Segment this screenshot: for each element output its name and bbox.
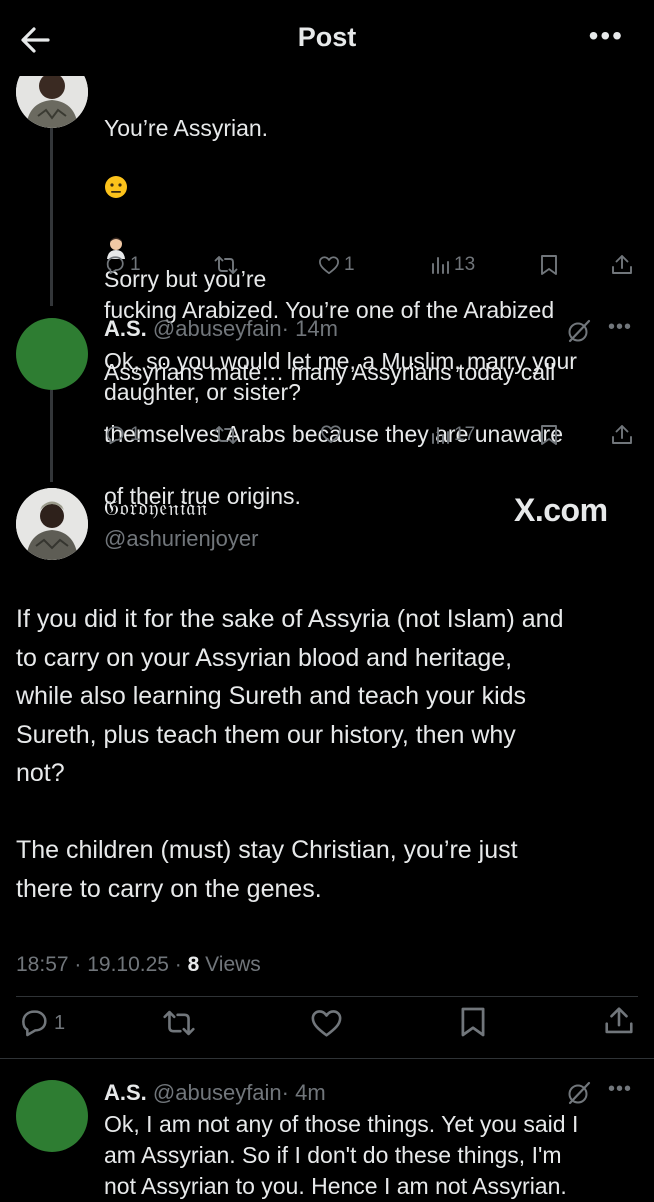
bookmark-button[interactable] — [540, 254, 558, 276]
grok-icon[interactable] — [566, 1080, 592, 1111]
author-name[interactable]: 𝔊𝔬𝔯𝔡𝔶𝔢𝔫𝔦𝔞𝔫 — [104, 496, 208, 521]
analytics-icon — [432, 427, 449, 444]
avatar[interactable] — [16, 318, 88, 390]
more-options-icon[interactable]: ••• — [589, 22, 624, 50]
thread-connector — [50, 390, 53, 482]
tweet-header: A.S. @abuseyfain· 4m — [104, 1080, 326, 1106]
repost-button[interactable] — [162, 1008, 196, 1038]
author-name[interactable]: A.S. — [104, 1080, 147, 1105]
share-button[interactable] — [611, 424, 633, 446]
avatar[interactable] — [16, 1080, 88, 1152]
heart-icon — [321, 425, 341, 444]
post-timestamp: 18:57 · 19.10.25 · 8 Views — [16, 953, 261, 976]
views-count: 8 — [187, 953, 200, 976]
top-bar: Post ••• — [0, 0, 654, 76]
author-handle[interactable]: @abuseyfain — [153, 316, 282, 341]
share-icon — [612, 255, 632, 274]
reply-button[interactable]: 1 — [18, 1007, 65, 1039]
more-options-icon[interactable]: ••• — [608, 316, 632, 339]
reply-icon — [106, 426, 124, 445]
post-text: If you did it for the sake of Assyria (n… — [16, 605, 564, 903]
reply-icon — [22, 1010, 47, 1037]
repost-icon — [214, 256, 238, 274]
tweet-text: Ok, I am not any of those things. Yet yo… — [104, 1111, 579, 1199]
bookmark-icon — [461, 1007, 485, 1037]
reply-button[interactable]: 1 — [104, 254, 141, 276]
bookmark-button[interactable] — [540, 424, 558, 446]
person-facepalming-emoji — [104, 204, 128, 259]
bookmark-icon — [541, 255, 557, 275]
tweet-text: Ok, so you would let me, a Muslim, marry… — [104, 348, 577, 405]
repost-button[interactable] — [214, 424, 238, 446]
heart-icon — [311, 1010, 342, 1037]
grok-icon[interactable] — [566, 318, 592, 349]
bookmark-icon — [541, 425, 557, 445]
tweet-header: A.S. @abuseyfain· 14m — [104, 316, 338, 342]
share-button[interactable] — [604, 1006, 634, 1036]
share-button[interactable] — [611, 254, 633, 276]
tweet-time: · 14m — [281, 316, 338, 341]
reply-button[interactable]: 1 — [104, 424, 141, 446]
divider — [16, 996, 638, 997]
neutral-face-emoji — [104, 144, 128, 198]
analytics-icon — [432, 257, 449, 274]
tweet-text: You’re Assyrian. Sorry but you’re fuckin… — [104, 115, 563, 509]
xcom-watermark: X.com — [514, 492, 608, 528]
bookmark-button[interactable] — [460, 1006, 486, 1038]
repost-icon — [163, 1010, 195, 1036]
avatar[interactable] — [16, 488, 88, 560]
share-icon — [612, 425, 632, 444]
repost-icon — [214, 426, 238, 444]
author-handle[interactable]: @ashurienjoyer — [104, 526, 258, 552]
views-button[interactable]: 13 — [430, 254, 475, 276]
repost-button[interactable] — [214, 254, 238, 276]
thread-connector — [50, 110, 53, 306]
heart-icon — [319, 256, 339, 275]
page-title: Post — [297, 22, 357, 52]
more-options-icon[interactable]: ••• — [608, 1078, 632, 1101]
author-handle[interactable]: @abuseyfain — [153, 1080, 282, 1105]
like-button[interactable] — [310, 1008, 343, 1038]
divider — [0, 1058, 654, 1059]
like-button[interactable] — [320, 424, 342, 444]
share-icon — [605, 1007, 633, 1034]
views-button[interactable]: 17 — [430, 424, 475, 446]
reply-icon — [106, 256, 124, 275]
tweet-time: · 4m — [281, 1080, 326, 1105]
like-button[interactable]: 1 — [318, 254, 355, 276]
author-name[interactable]: A.S. — [104, 316, 147, 341]
